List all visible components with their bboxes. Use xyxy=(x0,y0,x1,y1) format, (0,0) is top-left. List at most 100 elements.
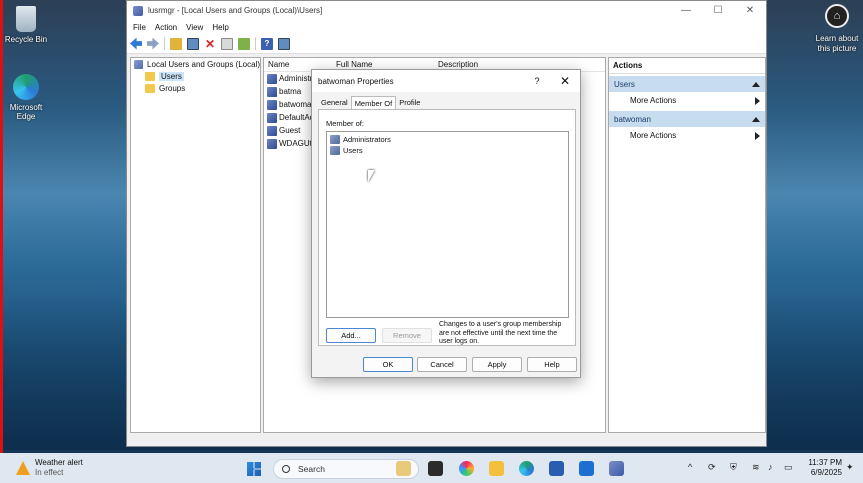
screen-edge-marker xyxy=(0,0,3,453)
security-icon[interactable]: ⛨ xyxy=(730,462,737,473)
user-icon xyxy=(267,125,277,136)
tree-item-groups[interactable]: Groups xyxy=(131,82,260,94)
tree-root-label: Local Users and Groups (Local) xyxy=(147,59,260,69)
dialog-close-button[interactable]: ✕ xyxy=(550,74,580,88)
dialog-tabs: General Member Of Profile xyxy=(318,96,423,110)
store-icon[interactable] xyxy=(549,461,564,476)
search-icon xyxy=(282,465,290,473)
task-view-icon[interactable] xyxy=(428,461,443,476)
menu-help[interactable]: Help xyxy=(212,23,228,32)
group-list[interactable]: Administrators Users xyxy=(326,131,569,318)
actions-section-batwoman[interactable]: batwoman xyxy=(609,111,765,127)
edge-icon xyxy=(13,74,39,100)
weather-alert-icon xyxy=(16,461,30,475)
weather-widget[interactable]: Weather alert In effect xyxy=(16,458,83,478)
actions-section-users[interactable]: Users xyxy=(609,76,765,92)
maximize-button[interactable]: ☐ xyxy=(702,5,734,16)
notifications-icon[interactable]: ✦ xyxy=(846,462,854,473)
back-arrow-icon[interactable] xyxy=(130,37,142,50)
tab-member-of[interactable]: Member Of xyxy=(350,96,397,110)
column-header-description[interactable]: Description xyxy=(434,60,554,69)
member-of-label: Member of: xyxy=(326,119,364,128)
minimize-button[interactable]: — xyxy=(670,5,702,16)
desktop-icon-edge[interactable]: Microsoft Edge xyxy=(1,74,51,121)
user-icon xyxy=(267,86,277,97)
tab-general[interactable]: General xyxy=(318,96,351,110)
help-button[interactable]: Help xyxy=(527,357,577,372)
user-name: Administr xyxy=(279,74,313,83)
user-icon xyxy=(267,138,277,149)
collapse-icon xyxy=(752,116,760,122)
file-explorer-icon[interactable] xyxy=(489,461,504,476)
forward-arrow-icon[interactable] xyxy=(147,37,159,50)
help-icon[interactable]: ? xyxy=(261,37,273,50)
section-label: Users xyxy=(614,79,635,89)
menu-bar: File Action View Help xyxy=(127,20,766,34)
close-button[interactable]: ✕ xyxy=(734,5,766,16)
ok-button[interactable]: OK xyxy=(363,357,413,372)
group-name: Users xyxy=(343,146,363,155)
group-icon xyxy=(330,135,340,144)
lusrmgr-taskbar-icon[interactable] xyxy=(609,461,624,476)
apply-button[interactable]: Apply xyxy=(472,357,522,372)
dialog-titlebar[interactable]: batwoman Properties ? ✕ xyxy=(312,70,580,92)
copilot-icon[interactable] xyxy=(459,461,474,476)
group-item[interactable]: Users xyxy=(327,145,568,156)
group-icon xyxy=(330,146,340,155)
group-name: Administrators xyxy=(343,135,391,144)
submenu-arrow-icon xyxy=(755,131,760,140)
tree-root[interactable]: Local Users and Groups (Local) xyxy=(131,58,260,70)
toolbar-separator xyxy=(255,37,256,50)
user-name: WDAGUti xyxy=(279,139,314,148)
submenu-arrow-icon xyxy=(755,96,760,105)
learn-about-picture[interactable]: ⌂ Learn about this picture xyxy=(812,4,862,54)
user-name: batma xyxy=(279,87,302,96)
more-actions-users[interactable]: More Actions xyxy=(609,92,765,109)
export-list-icon[interactable] xyxy=(238,37,250,50)
widgets-icon[interactable] xyxy=(396,461,411,476)
more-actions-batwoman[interactable]: More Actions xyxy=(609,127,765,144)
column-header-full-name[interactable]: Full Name xyxy=(332,60,434,69)
volume-icon[interactable]: ♪ xyxy=(768,462,773,472)
user-name: Guest xyxy=(279,126,301,135)
mouse-cursor-icon xyxy=(368,170,375,182)
show-hidden-icons-icon[interactable]: ^ xyxy=(688,462,692,472)
show-action-pane-icon[interactable] xyxy=(278,37,290,50)
desktop-icon-recycle-bin[interactable]: Recycle Bin xyxy=(1,6,51,44)
desktop-icon-label: Microsoft Edge xyxy=(9,103,43,121)
actions-title: Actions xyxy=(609,58,765,74)
dialog-help-button[interactable]: ? xyxy=(524,76,550,86)
collapse-icon xyxy=(752,81,760,87)
up-folder-icon[interactable] xyxy=(170,37,182,50)
system-clock[interactable]: 11:37 PM 6/9/2025 xyxy=(804,458,842,478)
tab-profile[interactable]: Profile xyxy=(396,96,423,110)
edge-taskbar-icon[interactable] xyxy=(519,461,534,476)
battery-icon[interactable]: ▭ xyxy=(784,462,793,473)
menu-action[interactable]: Action xyxy=(155,23,177,32)
column-header-name[interactable]: Name xyxy=(264,60,332,69)
remove-button[interactable]: Remove xyxy=(382,328,432,343)
user-name: batwoma xyxy=(279,100,312,109)
camera-icon: ⌂ xyxy=(825,4,849,28)
menu-file[interactable]: File xyxy=(133,23,146,32)
section-label: batwoman xyxy=(614,114,651,124)
tree-item-label: Users xyxy=(159,71,184,81)
wifi-icon[interactable]: ≋ xyxy=(752,462,760,473)
window-titlebar[interactable]: lusrmgr - [Local Users and Groups (Local… xyxy=(127,1,766,20)
toolbar: ✕ ? xyxy=(127,34,766,54)
outlook-icon[interactable] xyxy=(579,461,594,476)
group-item[interactable]: Administrators xyxy=(327,134,568,145)
tree-item-users[interactable]: Users xyxy=(131,70,260,82)
window-title: lusrmgr - [Local Users and Groups (Local… xyxy=(148,6,323,15)
sync-icon[interactable]: ⟳ xyxy=(708,462,716,473)
properties-icon[interactable] xyxy=(221,37,233,50)
member-of-panel: Member of: Administrators Users xyxy=(318,109,576,346)
cancel-button[interactable]: Cancel xyxy=(417,357,467,372)
delete-icon[interactable]: ✕ xyxy=(204,38,216,50)
add-button[interactable]: Add... xyxy=(326,328,376,343)
recycle-bin-icon xyxy=(16,6,36,32)
properties-dialog: batwoman Properties ? ✕ General Member O… xyxy=(311,69,581,378)
menu-view[interactable]: View xyxy=(186,23,203,32)
show-hide-tree-icon[interactable] xyxy=(187,37,199,50)
folder-icon xyxy=(145,83,155,93)
